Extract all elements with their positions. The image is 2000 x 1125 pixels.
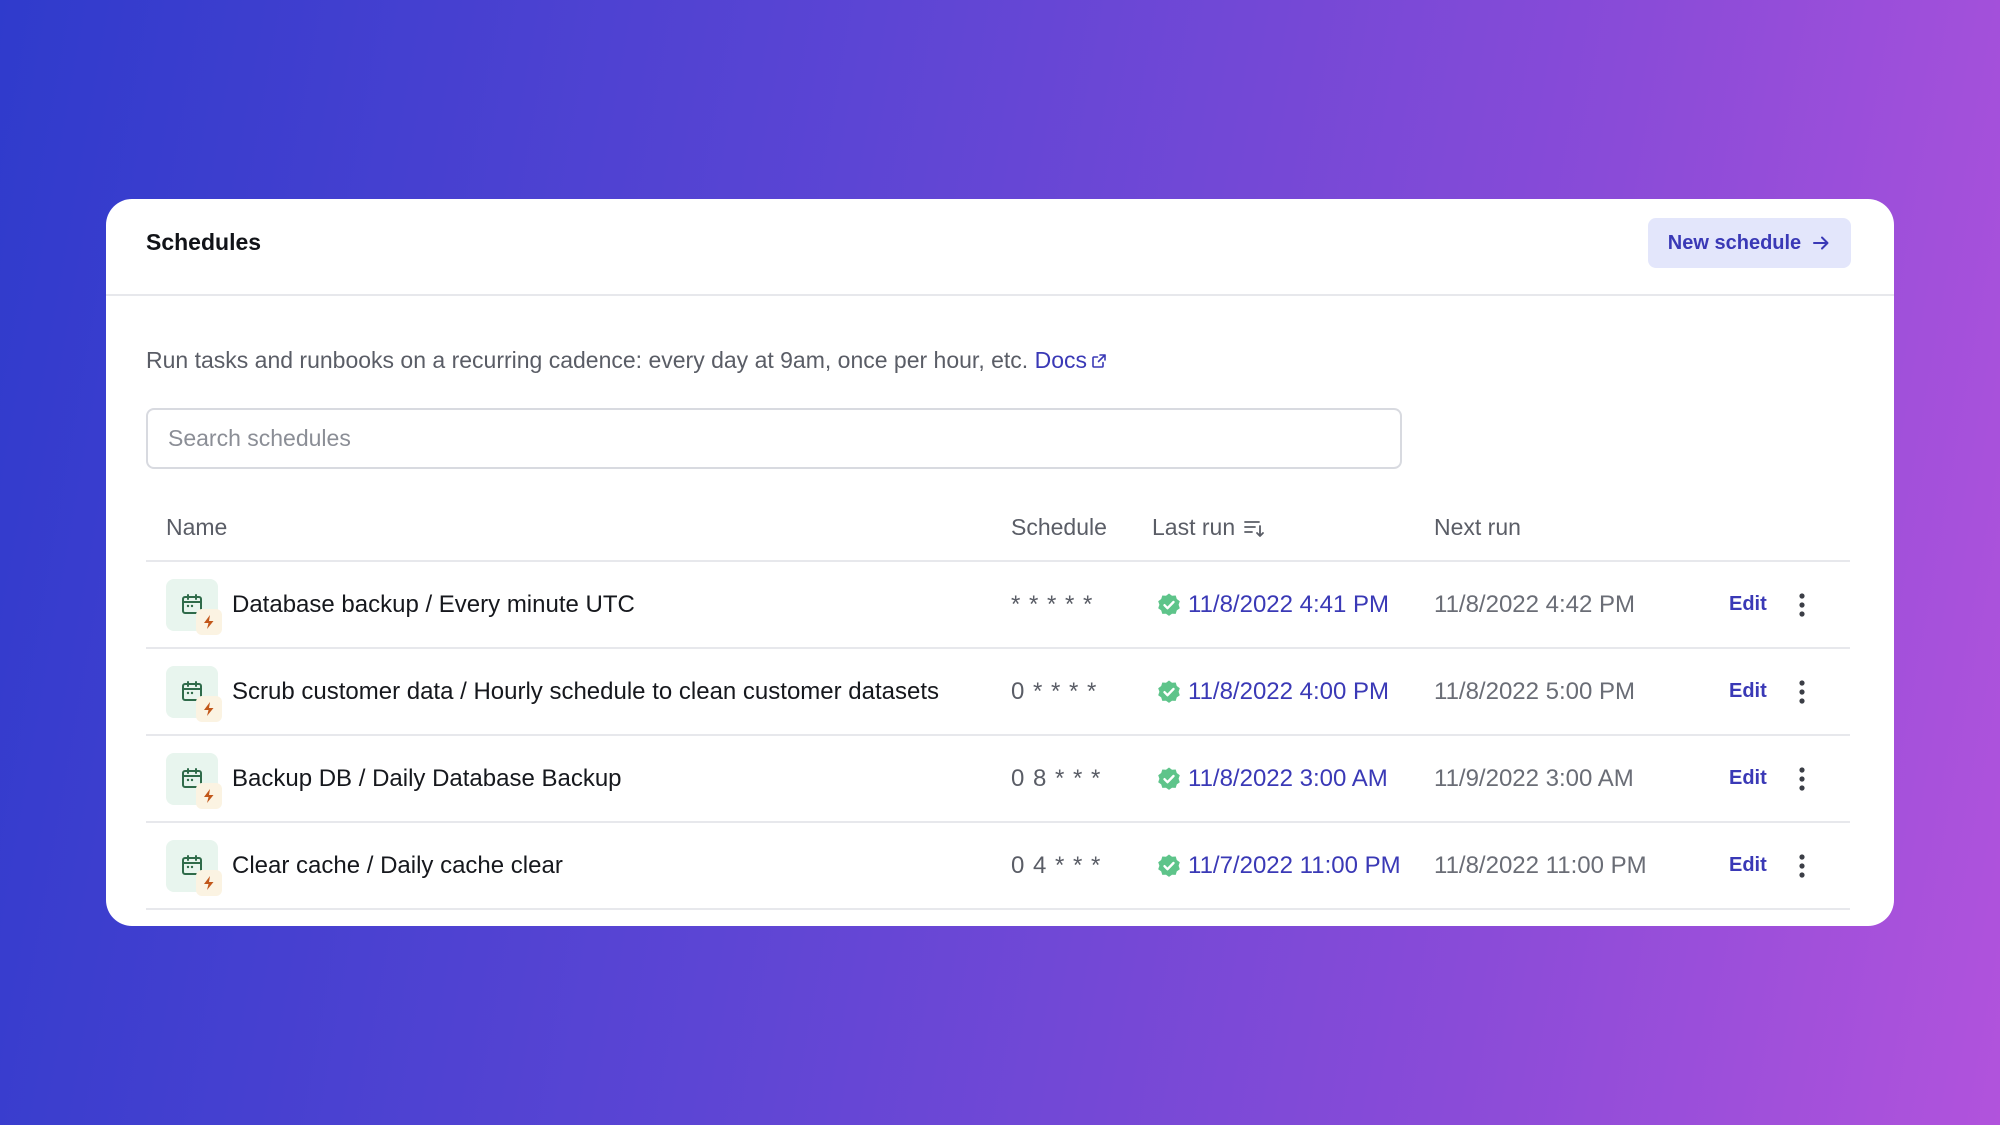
- more-options-button[interactable]: [1790, 736, 1814, 821]
- row-icon-cell: [166, 649, 222, 734]
- calendar-bolt-icon: [166, 578, 222, 635]
- more-options-button[interactable]: [1790, 562, 1814, 647]
- vertical-dots-icon: [1799, 853, 1805, 878]
- last-run-time: 11/7/2022 11:00 PM: [1188, 851, 1401, 879]
- more-options-button[interactable]: [1790, 649, 1814, 734]
- new-schedule-button[interactable]: New schedule: [1648, 218, 1851, 268]
- calendar-bolt-icon: [166, 839, 222, 896]
- table-row[interactable]: Backup DB / Daily Database Backup 0 8 * …: [146, 736, 1850, 823]
- next-run-time: 11/8/2022 4:42 PM: [1434, 590, 1636, 618]
- schedules-table: Name Schedule Last run Next run Database…: [146, 494, 1850, 910]
- schedule-name: Database backup / Every minute UTC: [232, 590, 635, 618]
- vertical-dots-icon: [1799, 766, 1805, 791]
- description-text: Run tasks and runbooks on a recurring ca…: [146, 347, 1029, 373]
- cron-expression: 0 * * * *: [1011, 677, 1098, 705]
- column-header-last-run[interactable]: Last run: [1152, 514, 1265, 541]
- schedules-card: Schedules New schedule Run tasks and run…: [106, 199, 1894, 926]
- last-run-link[interactable]: 11/7/2022 11:00 PM: [1156, 823, 1401, 908]
- edit-button[interactable]: Edit: [1729, 736, 1767, 821]
- vertical-dots-icon: [1799, 592, 1805, 617]
- next-run-time: 11/9/2022 3:00 AM: [1434, 764, 1634, 792]
- last-run-time: 11/8/2022 3:00 AM: [1188, 764, 1388, 792]
- last-run-time: 11/8/2022 4:41 PM: [1188, 590, 1390, 618]
- description: Run tasks and runbooks on a recurring ca…: [146, 347, 1107, 374]
- schedule-name: Backup DB / Daily Database Backup: [232, 764, 622, 792]
- next-run-time: 11/8/2022 5:00 PM: [1434, 677, 1636, 705]
- arrow-right-icon: [1813, 236, 1829, 250]
- check-badge-icon: [1158, 593, 1180, 616]
- page-title: Schedules: [146, 229, 262, 255]
- last-run-time: 11/8/2022 4:00 PM: [1188, 677, 1390, 705]
- bolt-icon: [196, 782, 222, 809]
- more-options-button[interactable]: [1790, 823, 1814, 908]
- edit-button[interactable]: Edit: [1729, 823, 1767, 908]
- last-run-link[interactable]: 11/8/2022 4:41 PM: [1156, 562, 1389, 647]
- cron-expression: * * * * *: [1011, 590, 1094, 618]
- cron-expression: 0 4 * * *: [1011, 851, 1102, 879]
- docs-link[interactable]: Docs: [1035, 347, 1107, 373]
- schedule-name: Clear cache / Daily cache clear: [232, 851, 563, 879]
- column-header-last-run-label: Last run: [1152, 514, 1236, 540]
- bolt-icon: [196, 695, 222, 722]
- bolt-icon: [196, 608, 222, 635]
- column-header-next-run: Next run: [1434, 514, 1521, 540]
- card-header: Schedules New schedule: [106, 199, 1894, 296]
- column-header-schedule: Schedule: [1011, 514, 1107, 540]
- row-icon-cell: [166, 823, 222, 908]
- calendar-bolt-icon: [166, 752, 222, 809]
- edit-button[interactable]: Edit: [1729, 649, 1767, 734]
- cron-expression: 0 8 * * *: [1011, 764, 1102, 792]
- table-row[interactable]: Clear cache / Daily cache clear 0 4 * * …: [146, 823, 1850, 910]
- check-badge-icon: [1158, 680, 1180, 703]
- column-header-name: Name: [166, 514, 228, 540]
- last-run-link[interactable]: 11/8/2022 3:00 AM: [1156, 736, 1388, 821]
- vertical-dots-icon: [1799, 679, 1805, 704]
- table-row[interactable]: Scrub customer data / Hourly schedule to…: [146, 649, 1850, 736]
- table-row[interactable]: Database backup / Every minute UTC * * *…: [146, 562, 1850, 649]
- docs-link-label: Docs: [1034, 347, 1087, 373]
- calendar-bolt-icon: [166, 665, 222, 722]
- sort-descending-icon[interactable]: [1243, 517, 1265, 539]
- search-input[interactable]: [146, 408, 1402, 469]
- bolt-icon: [196, 869, 222, 896]
- next-run-time: 11/8/2022 11:00 PM: [1434, 851, 1647, 879]
- row-icon-cell: [166, 736, 222, 821]
- last-run-link[interactable]: 11/8/2022 4:00 PM: [1156, 649, 1389, 734]
- external-link-icon: [1092, 354, 1106, 368]
- table-header: Name Schedule Last run Next run: [146, 494, 1850, 562]
- edit-button[interactable]: Edit: [1729, 562, 1767, 647]
- check-badge-icon: [1158, 854, 1180, 877]
- new-schedule-label: New schedule: [1667, 231, 1802, 254]
- row-icon-cell: [166, 562, 222, 647]
- schedule-name: Scrub customer data / Hourly schedule to…: [232, 677, 940, 705]
- check-badge-icon: [1158, 767, 1180, 790]
